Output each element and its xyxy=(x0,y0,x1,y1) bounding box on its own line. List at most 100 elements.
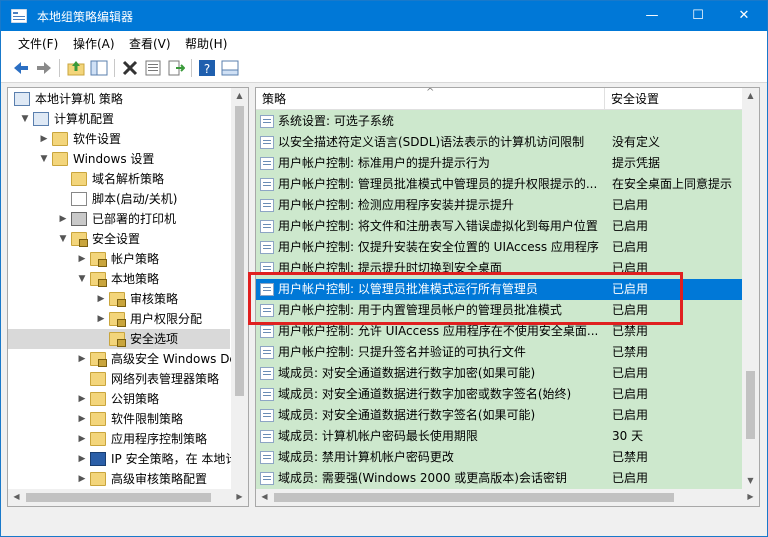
tree-item[interactable]: 安全选项 xyxy=(8,329,230,349)
scroll-left-arrow-icon[interactable]: ◀ xyxy=(256,492,273,501)
security-folder-icon xyxy=(71,232,88,247)
show-hide-tree-icon[interactable] xyxy=(90,59,108,77)
scrollbar-thumb[interactable] xyxy=(235,106,244,396)
collapsed-arrow-icon[interactable]: ▶ xyxy=(76,349,88,369)
close-button[interactable]: ✕ xyxy=(721,1,767,31)
tree-item[interactable]: 网络列表管理器策略 xyxy=(8,369,230,389)
folder-icon xyxy=(90,432,106,446)
tree-item[interactable]: ▶ 帐户策略 xyxy=(8,249,230,269)
policy-row[interactable]: 用户帐户控制: 仅提升安装在安全位置的 UIAccess 应用程序 已启用 xyxy=(256,237,743,258)
policy-row[interactable]: 域成员: 禁用计算机帐户密码更改 已禁用 xyxy=(256,447,743,468)
expanded-arrow-icon[interactable]: ▼ xyxy=(57,229,69,249)
tree-item[interactable]: ▼ 安全设置 xyxy=(8,229,230,249)
scroll-down-arrow-icon[interactable]: ▼ xyxy=(742,476,759,485)
scrollbar-thumb[interactable] xyxy=(26,493,211,502)
console-tree[interactable]: 本地计算机 策略 ▼ 计算机配置 ▶ 软件设置 ▼ Windows 设置 域名解析策略 脚本(启… xyxy=(7,87,249,507)
collapsed-arrow-icon[interactable]: ▶ xyxy=(76,429,88,449)
policy-row[interactable]: 以安全描述符定义语言(SDDL)语法表示的计算机访问限制 没有定义 xyxy=(256,132,743,153)
tree-item-label: 计算机配置 xyxy=(54,112,115,126)
collapsed-arrow-icon[interactable]: ▶ xyxy=(57,209,69,229)
policy-row[interactable]: 用户帐户控制: 标准用户的提升提示行为 提示凭据 xyxy=(256,153,743,174)
security-folder-icon xyxy=(109,312,126,327)
policy-row[interactable]: 域成员: 计算机帐户密码最长使用期限 30 天 xyxy=(256,426,743,447)
menu-file[interactable]: 文件(F) xyxy=(18,35,58,52)
expanded-arrow-icon[interactable]: ▼ xyxy=(38,149,50,169)
expanded-arrow-icon[interactable]: ▼ xyxy=(19,109,31,129)
sort-ascending-icon: ^ xyxy=(426,87,435,98)
policy-row[interactable]: 域成员: 对安全通道数据进行数字加密或数字签名(始终) 已启用 xyxy=(256,384,743,405)
maximize-button[interactable]: ☐ xyxy=(675,1,721,31)
collapsed-arrow-icon[interactable]: ▶ xyxy=(76,389,88,409)
tree-item-label: 审核策略 xyxy=(130,292,179,306)
policy-row[interactable]: 域成员: 需要强(Windows 2000 或更高版本)会话密钥 已启用 xyxy=(256,468,743,489)
collapsed-arrow-icon[interactable]: ▶ xyxy=(95,309,107,329)
scroll-right-arrow-icon[interactable]: ▶ xyxy=(231,492,248,501)
scroll-up-arrow-icon[interactable]: ▲ xyxy=(742,91,759,100)
policy-row[interactable]: 用户帐户控制: 检测应用程序安装并提示提升 已启用 xyxy=(256,195,743,216)
policy-setting-value: 在安全桌面上同意提示 xyxy=(612,177,733,191)
menu-help[interactable]: 帮助(H) xyxy=(185,35,227,52)
tree-vertical-scrollbar[interactable]: ▲ xyxy=(231,88,248,491)
view-icon[interactable] xyxy=(221,59,239,77)
scroll-right-arrow-icon[interactable]: ▶ xyxy=(742,492,759,501)
folder-icon xyxy=(90,392,106,406)
list-horizontal-scrollbar[interactable]: ◀ ▶ xyxy=(256,489,759,506)
policy-row[interactable]: 用户帐户控制: 将文件和注册表写入错误虚拟化到每用户位置 已启用 xyxy=(256,216,743,237)
menu-action[interactable]: 操作(A) xyxy=(73,35,115,52)
toolbar-separator xyxy=(191,59,192,77)
column-header-policy[interactable]: 策略 ^ xyxy=(256,88,604,110)
column-header-setting[interactable]: 安全设置 xyxy=(604,88,744,110)
tree-item[interactable]: ▼ 本地策略 xyxy=(8,269,230,289)
scroll-left-arrow-icon[interactable]: ◀ xyxy=(8,492,25,501)
tree-item-label: 软件限制策略 xyxy=(111,412,184,426)
up-folder-icon[interactable] xyxy=(67,59,85,77)
properties-icon[interactable] xyxy=(144,59,162,77)
policy-row[interactable]: 域成员: 对安全通道数据进行数字加密(如果可能) 已启用 xyxy=(256,363,743,384)
scrollbar-thumb[interactable] xyxy=(274,493,674,502)
list-vertical-scrollbar[interactable]: ▲ ▼ xyxy=(742,88,759,491)
collapsed-arrow-icon[interactable]: ▶ xyxy=(76,469,88,489)
tree-horizontal-scrollbar[interactable]: ◀ ▶ xyxy=(8,489,248,506)
menu-view[interactable]: 查看(V) xyxy=(129,35,171,52)
tree-item[interactable]: ▼ 计算机配置 xyxy=(8,109,230,129)
tree-item[interactable]: ▶ 应用程序控制策略 xyxy=(8,429,230,449)
collapsed-arrow-icon[interactable]: ▶ xyxy=(76,409,88,429)
export-icon[interactable] xyxy=(167,59,185,77)
collapsed-arrow-icon[interactable]: ▶ xyxy=(38,129,50,149)
policy-row[interactable]: 用户帐户控制: 管理员批准模式中管理员的提升权限提示的... 在安全桌面上同意提示 xyxy=(256,174,743,195)
back-icon[interactable] xyxy=(12,59,30,77)
tree-item[interactable]: ▶ 审核策略 xyxy=(8,289,230,309)
tree-item[interactable]: 域名解析策略 xyxy=(8,169,230,189)
folder-icon xyxy=(71,172,87,186)
folder-icon xyxy=(52,132,68,146)
tree-item[interactable]: ▶ 用户权限分配 xyxy=(8,309,230,329)
tree-item[interactable]: ▼ Windows 设置 xyxy=(8,149,230,169)
delete-icon[interactable] xyxy=(121,59,139,77)
help-icon[interactable]: ? xyxy=(198,59,216,77)
tree-item[interactable]: ▶ 高级审核策略配置 xyxy=(8,469,230,489)
tree-item-label: 高级安全 Windows De xyxy=(111,352,237,366)
tree-item[interactable]: ▶ 已部署的打印机 xyxy=(8,209,230,229)
tree-item[interactable]: 本地计算机 策略 xyxy=(8,89,230,109)
policy-setting-icon xyxy=(260,367,274,380)
collapsed-arrow-icon[interactable]: ▶ xyxy=(95,289,107,309)
tree-item[interactable]: 脚本(启动/关机) xyxy=(8,189,230,209)
expanded-arrow-icon[interactable]: ▼ xyxy=(76,269,88,289)
policy-setting-icon xyxy=(260,430,274,443)
scroll-up-arrow-icon[interactable]: ▲ xyxy=(231,91,248,100)
title-bar: 本地组策略编辑器 — ☐ ✕ xyxy=(1,1,767,31)
collapsed-arrow-icon[interactable]: ▶ xyxy=(76,249,88,269)
collapsed-arrow-icon[interactable]: ▶ xyxy=(76,449,88,469)
forward-icon[interactable] xyxy=(35,59,53,77)
tree-item[interactable]: ▶ 公钥策略 xyxy=(8,389,230,409)
policy-row[interactable]: 用户帐户控制: 只提升签名并验证的可执行文件 已禁用 xyxy=(256,342,743,363)
tree-item[interactable]: ▶ 高级安全 Windows De xyxy=(8,349,237,369)
policy-row[interactable]: 系统设置: 可选子系统 xyxy=(256,111,743,132)
scrollbar-thumb[interactable] xyxy=(746,371,755,439)
tree-item[interactable]: ▶ 软件限制策略 xyxy=(8,409,230,429)
tree-item[interactable]: ▶ IP 安全策略，在 本地计 xyxy=(8,449,237,469)
policy-row[interactable]: 域成员: 对安全通道数据进行数字签名(如果可能) 已启用 xyxy=(256,405,743,426)
tree-item[interactable]: ▶ 软件设置 xyxy=(8,129,230,149)
minimize-button[interactable]: — xyxy=(629,1,675,31)
tree-item-label: 安全设置 xyxy=(92,232,141,246)
